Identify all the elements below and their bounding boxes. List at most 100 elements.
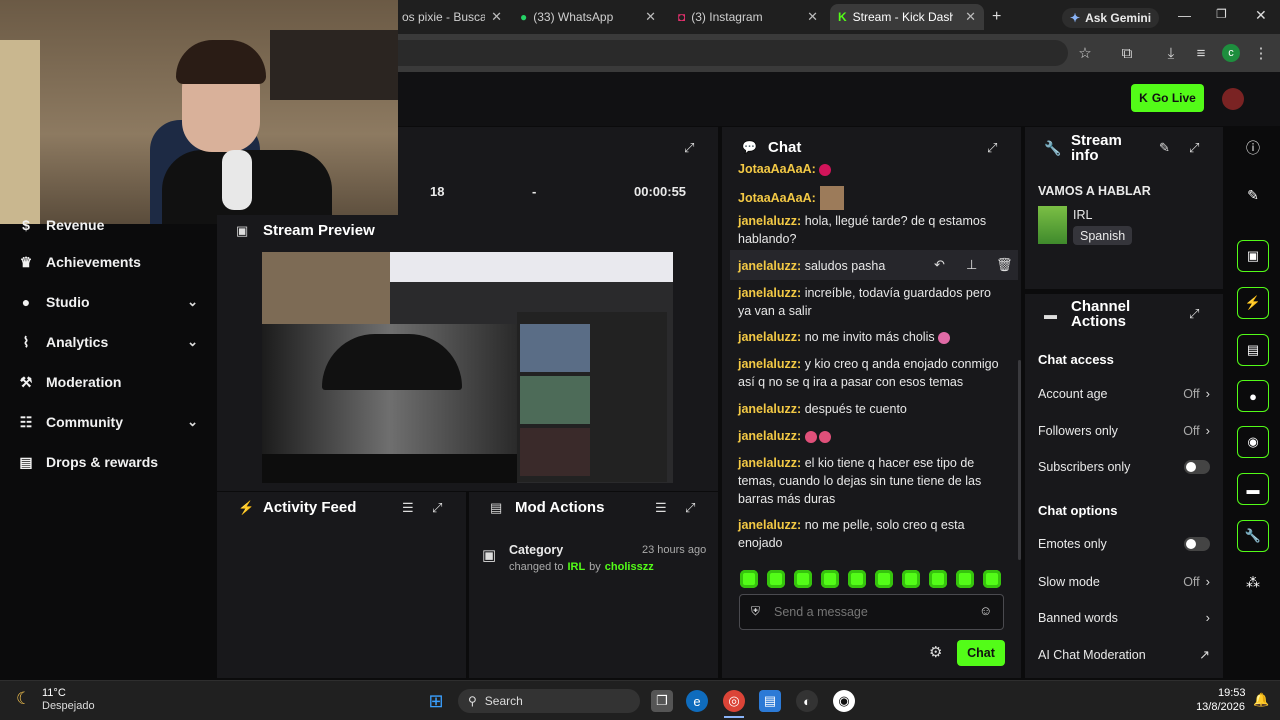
chat-username[interactable]: janelaluzz: — [738, 214, 801, 228]
popout-icon[interactable]: ⤢ — [1189, 306, 1199, 322]
slow-mode-setting[interactable]: Slow mode Off › — [1038, 574, 1210, 589]
emote-icon[interactable] — [956, 570, 974, 588]
emotes-only-toggle[interactable] — [1184, 537, 1210, 551]
notepad-icon[interactable]: ▤ — [759, 690, 781, 712]
chat-username[interactable]: janelaluzz: — [738, 518, 801, 532]
minimize-icon[interactable]: — — [1178, 8, 1191, 23]
popout-icon[interactable]: ⤢ — [987, 140, 997, 156]
tab-whatsapp[interactable]: ● (33) WhatsApp ✕ — [512, 4, 664, 30]
emote-icon[interactable] — [983, 570, 1001, 588]
clock-time[interactable]: 19:53 — [1218, 687, 1246, 699]
chat-toggle-button[interactable]: ● — [1237, 380, 1269, 412]
emote-icon[interactable] — [875, 570, 893, 588]
chat-username[interactable]: janelaluzz: — [738, 330, 801, 344]
subscribers-only-toggle[interactable] — [1184, 460, 1210, 474]
ask-gemini-button[interactable]: ✦ Ask Gemini — [1062, 8, 1160, 28]
close-tab-icon[interactable]: ✕ — [807, 9, 818, 25]
close-tab-icon[interactable]: ✕ — [965, 9, 976, 25]
media-control-icon[interactable]: ≡ — [1192, 45, 1210, 63]
account-age-setting[interactable]: Account age Off › — [1038, 386, 1210, 401]
more-menu-icon[interactable]: ⋮ — [1252, 45, 1270, 63]
popout-icon[interactable]: ⤢ — [684, 140, 694, 156]
settings-gear-icon[interactable]: ⚙ — [929, 643, 942, 661]
user-avatar[interactable] — [1222, 88, 1244, 110]
popout-icon[interactable]: ⤢ — [685, 500, 695, 516]
emote-icon[interactable] — [902, 570, 920, 588]
edit-pencil-icon[interactable]: ✎ — [1237, 179, 1269, 211]
emoji-picker-icon[interactable]: ☺ — [979, 603, 992, 618]
close-tab-icon[interactable]: ✕ — [645, 9, 656, 25]
stream-category[interactable]: IRL — [1073, 208, 1092, 222]
app-icon[interactable]: ◉ — [833, 690, 855, 712]
taskbar-search[interactable]: ⚲ Search — [458, 689, 640, 713]
download-icon[interactable]: ⤓ — [1162, 45, 1180, 63]
emote-icon[interactable] — [848, 570, 866, 588]
maximize-icon[interactable]: ❐ — [1216, 7, 1227, 21]
popout-icon[interactable]: ⤢ — [1189, 140, 1199, 156]
emote-icon[interactable] — [767, 570, 785, 588]
close-window-icon[interactable]: ✕ — [1255, 7, 1267, 24]
sidebar-item-drops-rewards[interactable]: ▤ Drops & rewards — [18, 449, 198, 475]
chat-username[interactable]: janelaluzz: — [738, 357, 801, 371]
chat-username[interactable]: janelaluzz: — [738, 456, 801, 470]
sidebar-item-revenue[interactable]: $ Revenue — [18, 212, 198, 238]
followers-only-setting[interactable]: Followers only Off › — [1038, 423, 1210, 438]
edit-pencil-icon[interactable]: ✎ — [1159, 140, 1170, 156]
notification-bell-icon[interactable]: 🔔 — [1253, 692, 1269, 708]
filter-icon[interactable]: ☰ — [655, 500, 667, 516]
extensions-icon[interactable]: ⧉ — [1118, 45, 1136, 63]
popout-icon[interactable]: ⤢ — [432, 500, 442, 516]
weather-temp[interactable]: 11°C — [42, 687, 66, 699]
pin-icon[interactable]: ⊥ — [966, 257, 977, 273]
emote-icon[interactable] — [740, 570, 758, 588]
tab-kick-dashboard[interactable]: K Stream - Kick Dashbo ✕ — [830, 4, 984, 30]
task-view-icon[interactable]: ❐ — [651, 690, 673, 712]
chat-input[interactable] — [774, 602, 964, 622]
chat-username[interactable]: JotaaAaAaA: — [738, 189, 816, 207]
chat-username[interactable]: JotaaAaAaA: — [738, 162, 816, 176]
stream-preview-video[interactable] — [262, 252, 673, 483]
close-tab-icon[interactable]: ✕ — [491, 9, 502, 25]
mod-actions-toggle-button[interactable]: ▤ — [1237, 334, 1269, 366]
stream-info-toggle-button[interactable]: 🔧 — [1237, 520, 1269, 552]
language-tag: Spanish — [1073, 226, 1133, 245]
delete-icon[interactable]: 🗑 — [996, 257, 1013, 273]
profile-avatar[interactable]: c — [1222, 44, 1240, 62]
filter-icon[interactable]: ☰ — [402, 500, 414, 516]
sidebar-item-analytics[interactable]: ⌇ Analytics ⌄ — [18, 329, 198, 355]
mod-entry-category[interactable]: IRL — [567, 561, 585, 573]
go-live-button[interactable]: K Go Live — [1131, 84, 1204, 112]
chrome-icon[interactable]: ◎ — [723, 690, 745, 712]
sidebar-item-achievements[interactable]: ♛ Achievements — [18, 249, 198, 275]
address-bar[interactable] — [398, 40, 1068, 66]
chat-username[interactable]: janelaluzz: — [738, 429, 801, 443]
broadcast-toggle-button[interactable]: ◉ — [1237, 426, 1269, 458]
channel-actions-toggle-button[interactable]: ▬ — [1237, 473, 1269, 505]
ai-moderation-setting[interactable]: AI Chat Moderation ↗ — [1038, 647, 1210, 663]
new-tab-button[interactable]: + — [992, 8, 1001, 26]
banned-words-setting[interactable]: Banned words › — [1038, 610, 1210, 625]
activity-toggle-button[interactable]: ⚡ — [1237, 287, 1269, 319]
emote-icon[interactable] — [821, 570, 839, 588]
tab-instagram[interactable]: ◘ (3) Instagram ✕ — [670, 4, 826, 30]
mod-entry-user[interactable]: cholisszz — [605, 561, 654, 573]
info-icon[interactable]: ⓘ — [1237, 132, 1269, 164]
sidebar-item-studio[interactable]: ● Studio ⌄ — [18, 289, 198, 315]
reply-icon[interactable]: ↶ — [934, 257, 945, 273]
sidebar-item-moderation[interactable]: ⚒ Moderation — [18, 369, 198, 395]
chat-username[interactable]: janelaluzz: — [738, 286, 801, 300]
windows-start-icon[interactable]: ⊞ — [425, 690, 447, 712]
sidebar-item-community[interactable]: ☷ Community ⌄ — [18, 409, 198, 435]
emote-icon[interactable] — [929, 570, 947, 588]
tab-search[interactable]: os pixie - Buscar c ✕ — [394, 4, 510, 30]
emote-icon[interactable] — [794, 570, 812, 588]
more-widgets-icon[interactable]: ⁂ — [1237, 566, 1269, 598]
stream-preview-toggle-button[interactable]: ▣ — [1237, 240, 1269, 272]
send-chat-button[interactable]: Chat — [957, 640, 1005, 666]
chat-username[interactable]: janelaluzz: — [738, 402, 801, 416]
bookmark-star-icon[interactable]: ☆ — [1076, 45, 1094, 63]
chat-scrollbar[interactable] — [1018, 360, 1021, 560]
chat-username[interactable]: janelaluzz: — [738, 259, 801, 273]
edge-icon[interactable]: e — [686, 690, 708, 712]
obs-icon[interactable]: ◐ — [796, 690, 818, 712]
